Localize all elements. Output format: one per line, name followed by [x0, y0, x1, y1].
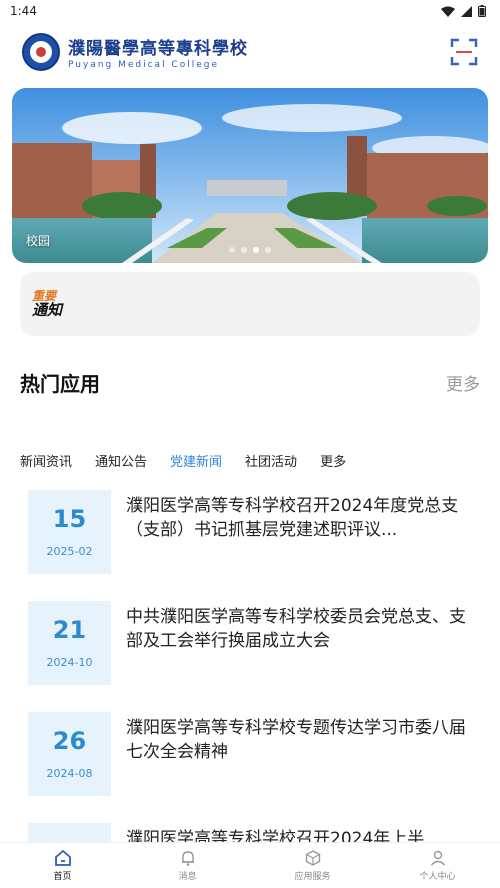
- news-title: 濮阳医学高等专科学校专题传达学习市委八届七次全会精神: [126, 718, 466, 762]
- college-name-en: Puyang Medical College: [68, 60, 220, 70]
- tab-party-news[interactable]: 党建新闻: [170, 451, 222, 470]
- college-logo-text: 濮陽醫學高等專科學校 Puyang Medical College: [68, 34, 248, 70]
- news-title: 濮阳医学高等专科学校召开2024年度党总支（支部）书记抓基层党建述职评议...: [126, 496, 459, 540]
- hot-apps-more-link[interactable]: 更多: [446, 370, 480, 395]
- status-bar: 1:44: [0, 0, 500, 22]
- college-name-cn: 濮陽醫學高等專科學校: [68, 39, 248, 59]
- hot-apps-title: 热门应用: [20, 372, 100, 396]
- news-year-month: 2024-10: [46, 655, 93, 669]
- app-header: 濮陽醫學高等專科學校 Puyang Medical College: [0, 22, 500, 82]
- news-year-month: 2024-08: [46, 766, 93, 780]
- news-date-box: 21 2024-10: [28, 601, 111, 685]
- scan-button[interactable]: [450, 38, 478, 66]
- battery-icon: [478, 5, 486, 17]
- news-title: 中共濮阳医学高等专科学校委员会党总支、支部及工会举行换届成立大会: [126, 607, 466, 651]
- carousel-dot[interactable]: [241, 247, 247, 253]
- important-notice-bar[interactable]: 重要 通知: [20, 272, 480, 336]
- news-day: 26: [52, 726, 87, 755]
- carousel-dots: [12, 247, 488, 253]
- news-date-box: 26 2024-08: [28, 712, 111, 796]
- wifi-icon: [441, 6, 455, 17]
- signal-icon: [461, 5, 472, 17]
- nav-app-services-label: 应用服务: [294, 872, 331, 882]
- nav-profile[interactable]: 个人中心: [375, 843, 500, 888]
- nav-messages-label: 消息: [178, 872, 197, 882]
- news-day: 21: [52, 615, 87, 644]
- carousel-dot[interactable]: [229, 247, 235, 253]
- news-date-box: 15 2025-02: [28, 490, 111, 574]
- news-year-month: 2025-02: [46, 544, 93, 558]
- college-logo-seal: [22, 33, 60, 71]
- home-icon: [54, 849, 71, 866]
- news-item[interactable]: 21 2024-10 中共濮阳医学高等专科学校委员会党总支、支部及工会举行换届成…: [0, 601, 500, 687]
- bell-icon: [181, 851, 194, 866]
- campus-photo: [12, 88, 488, 263]
- nav-messages[interactable]: 消息: [125, 843, 250, 888]
- scan-icon: [450, 38, 478, 66]
- nav-home-label: 首页: [53, 872, 72, 882]
- important-notice-badge: 重要 通知: [32, 290, 62, 318]
- status-time: 1:44: [10, 4, 37, 18]
- tab-club-activities[interactable]: 社团活动: [245, 451, 297, 470]
- nav-profile-label: 个人中心: [419, 872, 456, 882]
- notice-badge-bottom: 通知: [32, 301, 63, 319]
- nav-home[interactable]: 首页: [0, 843, 125, 888]
- tab-news[interactable]: 新闻资讯: [20, 451, 72, 470]
- news-item[interactable]: 15 2025-02 濮阳医学高等专科学校召开2024年度党总支（支部）书记抓基…: [0, 490, 500, 576]
- user-icon: [430, 850, 445, 866]
- campus-banner[interactable]: 校园: [12, 88, 488, 263]
- news-item[interactable]: 26 2024-08 濮阳医学高等专科学校专题传达学习市委八届七次全会精神: [0, 712, 500, 798]
- status-icons: [441, 5, 486, 17]
- nav-app-services[interactable]: 应用服务: [250, 843, 375, 888]
- news-tabs: 新闻资讯 通知公告 党建新闻 社团活动 更多: [20, 451, 369, 470]
- apps-icon: [305, 850, 320, 866]
- carousel-dot[interactable]: [265, 247, 271, 253]
- carousel-dot-active[interactable]: [253, 247, 259, 253]
- tab-notices[interactable]: 通知公告: [95, 451, 147, 470]
- news-day: 15: [52, 504, 87, 533]
- tab-more[interactable]: 更多: [320, 451, 346, 470]
- bottom-nav: 首页 消息 应用服务 个人中心: [0, 842, 500, 888]
